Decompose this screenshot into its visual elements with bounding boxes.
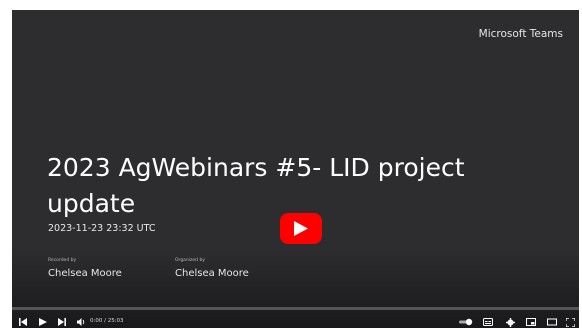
volume-icon[interactable] [76, 317, 86, 327]
recorded-by-label: Recorded by [48, 258, 77, 263]
next-icon[interactable] [57, 317, 67, 327]
theater-icon[interactable] [547, 317, 557, 327]
autoplay-toggle-icon[interactable] [459, 317, 473, 327]
fullscreen-icon[interactable] [565, 317, 575, 327]
previous-icon[interactable] [18, 317, 28, 327]
organized-by-name: Chelsea Moore [175, 268, 249, 279]
play-icon[interactable] [38, 317, 48, 327]
recorded-by-name: Chelsea Moore [48, 268, 122, 279]
miniplayer-icon[interactable] [526, 317, 536, 327]
video-player[interactable]: Microsoft Teams 2023 AgWebinars #5- LID … [12, 10, 579, 328]
subtitles-icon[interactable] [483, 317, 493, 327]
settings-icon[interactable] [505, 317, 515, 327]
organized-by-label: Organized by [175, 258, 205, 263]
brand-label: Microsoft Teams [478, 28, 563, 40]
recording-datetime: 2023-11-23 23:32 UTC [48, 223, 156, 234]
control-bar: 0:00 / 25:03 [12, 313, 579, 328]
time-display: 0:00 / 25:03 [90, 318, 124, 324]
video-title: 2023 AgWebinars #5- LID project update [47, 153, 465, 218]
play-triangle-icon [294, 221, 308, 236]
progress-bar[interactable] [12, 307, 579, 310]
large-play-button[interactable] [280, 213, 322, 244]
